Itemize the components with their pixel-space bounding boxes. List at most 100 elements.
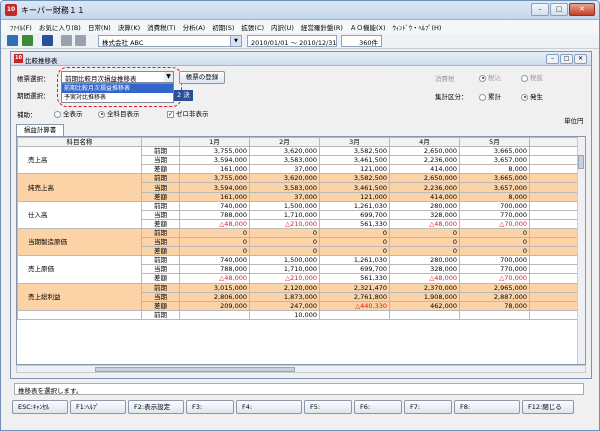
function-key-button[interactable]: ESC:ｷｬﾝｾﾙ <box>12 400 68 414</box>
tax-excluded-radio[interactable]: 税抜 <box>521 72 543 82</box>
cell-value <box>529 300 578 311</box>
cell-value: 1,500,000 <box>249 200 320 211</box>
occurrence-radio[interactable]: 発生 <box>521 91 543 101</box>
menu-item[interactable]: 初期(S) <box>209 20 238 33</box>
cell-value: 10,000 <box>249 309 320 320</box>
function-key-button[interactable]: F6: <box>354 400 402 414</box>
column-header: 5月 <box>459 137 530 148</box>
maximize-button[interactable]: □ <box>550 3 568 16</box>
key-icon[interactable] <box>61 35 72 46</box>
cell-value: 1,710,000 <box>249 264 320 275</box>
cell-value: 3,582,500 <box>319 146 390 157</box>
cell-value: 3,461,500 <box>319 182 390 193</box>
chevron-down-icon[interactable]: ▼ <box>230 36 241 46</box>
all-items-radio[interactable]: 全科目表示 <box>98 108 140 118</box>
cumulative-label: 累計 <box>488 93 501 101</box>
all-items-label: 全科目表示 <box>107 110 140 118</box>
cell-value: 121,000 <box>319 164 390 175</box>
menu-item[interactable]: 内訳(U) <box>268 20 298 33</box>
cell-value: 770,000 <box>459 209 530 220</box>
menu-item[interactable]: ＡＯ機能(X) <box>347 20 390 33</box>
cell-value <box>529 155 578 166</box>
table-row[interactable]: 売上高 前期 3,755,000 3,620,000 3,582,500 2,650,00… <box>17 146 578 175</box>
table-row[interactable]: 純売上高 前期 3,755,000 3,620,000 3,582,500 2,650,0… <box>17 173 578 202</box>
aux-label: 補助： <box>17 111 37 119</box>
cell-value: 2,236,000 <box>389 155 460 166</box>
period-select[interactable]: 2 決 <box>174 90 193 101</box>
minimize-button[interactable]: – <box>531 3 549 16</box>
menu-item[interactable]: 決算(K) <box>115 20 144 33</box>
cell-value: 0 <box>249 246 320 257</box>
cell-value: △48,000 <box>389 218 460 229</box>
account-name: 純売上高 <box>17 173 142 202</box>
cumulative-radio[interactable]: 累計 <box>479 91 501 101</box>
cell-value: 700,000 <box>459 200 530 211</box>
scroll-thumb[interactable] <box>95 367 295 372</box>
record-count: 360件 <box>341 35 382 47</box>
table-row[interactable]: 売上総利益 前期 3,015,000 2,120,000 2,321,470 2,370,… <box>17 282 578 311</box>
cell-value <box>529 255 578 266</box>
radio-icon <box>521 74 528 82</box>
list-icon[interactable] <box>22 35 33 46</box>
cell-value: 3,583,000 <box>249 155 320 166</box>
cell-value: 3,657,000 <box>459 155 530 166</box>
tab-income-statement[interactable]: 損益計算書 <box>16 124 64 136</box>
function-key-button[interactable]: F1:ﾍﾙﾌﾟ <box>70 400 126 414</box>
cell-value <box>459 309 530 320</box>
child-title: 比較推移表 <box>25 57 58 65</box>
function-key-button[interactable]: F3: <box>186 400 234 414</box>
menu-item[interactable]: 日常(N) <box>85 20 115 33</box>
menu-item[interactable]: 消費税(T) <box>144 20 180 33</box>
cell-value: 3,594,000 <box>179 155 250 166</box>
cell-value: 3,594,000 <box>179 182 250 193</box>
zero-hide-checkbox[interactable]: ✓ ゼロ非表示 <box>167 108 209 118</box>
cell-value: △48,000 <box>179 273 250 284</box>
menu-item[interactable]: お気に入り(B) <box>36 20 85 33</box>
table-row[interactable]: 仕入高 前期 740,000 1,500,000 1,261,030 280,000 700… <box>17 200 578 229</box>
cell-value: 0 <box>389 246 460 257</box>
tax-included-radio[interactable]: 税込 <box>479 72 501 82</box>
tool-icon[interactable] <box>75 35 86 46</box>
horizontal-scrollbar[interactable] <box>16 365 586 373</box>
mail-icon[interactable] <box>42 35 53 46</box>
open-icon[interactable] <box>7 35 18 46</box>
cell-value: 3,620,000 <box>249 173 320 184</box>
child-maximize-button[interactable]: □ <box>560 54 573 64</box>
close-button[interactable]: ✕ <box>569 3 595 16</box>
table-row[interactable]: 売上原価 前期 740,000 1,500,000 1,261,030 280,000 70… <box>17 255 578 284</box>
cell-value: 328,000 <box>389 264 460 275</box>
menu-item[interactable]: ｳｨﾝﾄﾞｳ・ﾍﾙﾌﾟ(H) <box>390 20 446 33</box>
cell-value: △48,000 <box>179 218 250 229</box>
row-kind: 当期 <box>141 291 180 302</box>
function-key-button[interactable]: F2:表示設定 <box>128 400 184 414</box>
function-key-button[interactable]: F12:閉じる <box>522 400 574 414</box>
company-select[interactable]: 株式会社 ABC <box>98 35 242 47</box>
row-kind: 差額 <box>141 218 180 229</box>
all-display-radio[interactable]: 全表示 <box>54 108 83 118</box>
vertical-scrollbar[interactable] <box>577 137 585 364</box>
function-key-button[interactable]: F7: <box>404 400 452 414</box>
menu-item[interactable]: 分析(A) <box>180 20 210 33</box>
row-kind: 差額 <box>141 246 180 257</box>
function-key-button[interactable]: F8: <box>454 400 520 414</box>
child-app-icon: 10 <box>14 54 23 63</box>
register-report-button[interactable]: 帳票の登録 <box>179 71 225 84</box>
menu-item[interactable]: 拡張(C) <box>238 20 268 33</box>
column-header: 3月 <box>319 137 390 148</box>
child-close-button[interactable]: ✕ <box>574 54 587 64</box>
menu-item[interactable]: ﾌｧｲﾙ(F) <box>7 20 36 33</box>
cell-value: 3,755,000 <box>179 173 250 184</box>
child-minimize-button[interactable]: – <box>546 54 559 64</box>
row-kind: 当期 <box>141 182 180 193</box>
table-row[interactable]: 前期 10,000 <box>17 309 578 320</box>
table-row[interactable]: 当期製造原価 前期 0 0 0 0 0 <box>17 227 578 257</box>
scroll-thumb[interactable] <box>578 155 584 169</box>
period-display: 2010/01/01 〜 2010/12/31 <box>247 35 337 47</box>
cell-value: 414,000 <box>389 164 460 175</box>
column-header: 1月 <box>179 137 250 148</box>
cell-value <box>529 218 578 229</box>
function-key-button[interactable]: F5: <box>304 400 352 414</box>
cell-value <box>529 164 578 175</box>
function-key-button[interactable]: F4: <box>236 400 302 414</box>
menu-item[interactable]: 経営羅針盤(R) <box>298 20 347 33</box>
